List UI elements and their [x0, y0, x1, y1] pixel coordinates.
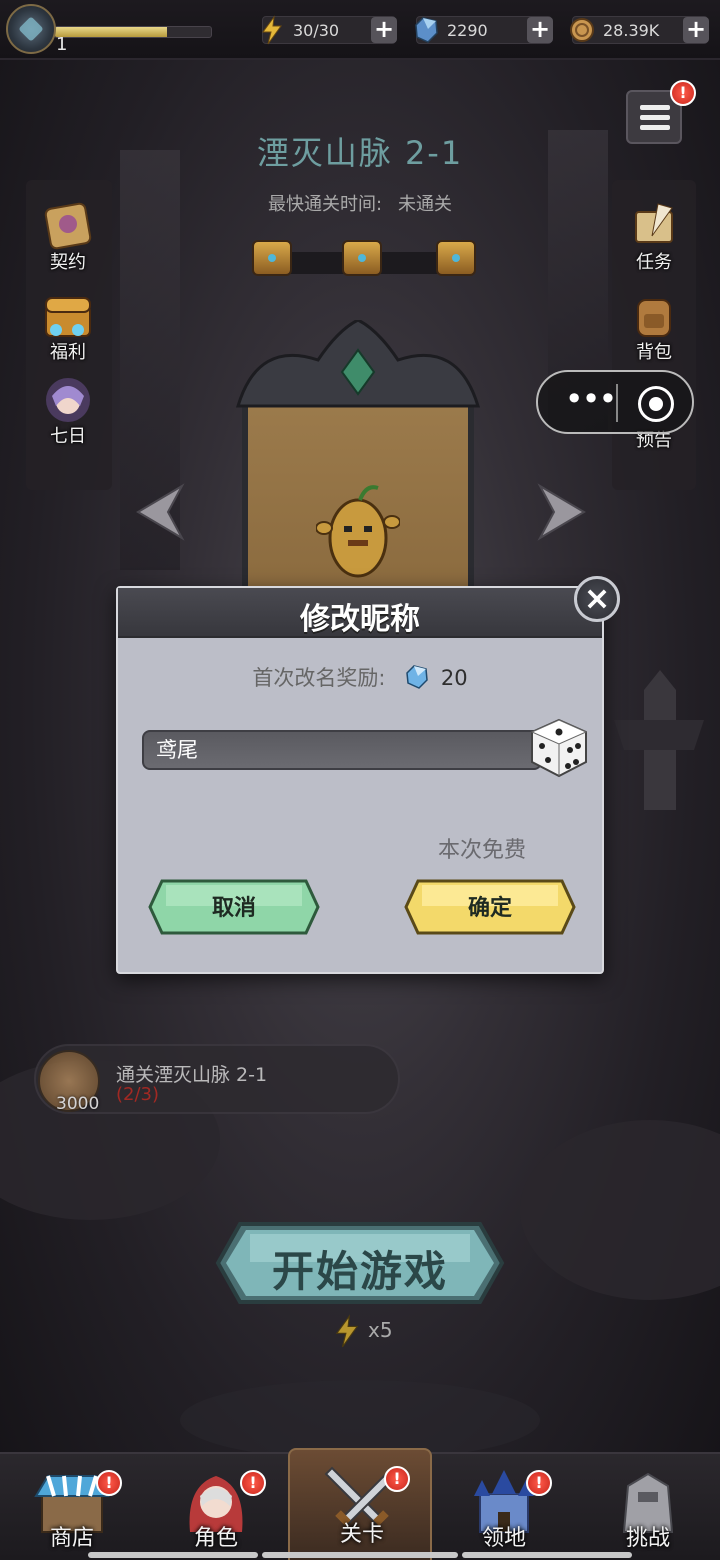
- energy-cost-value: x5: [368, 1318, 393, 1342]
- confirm-button-label: 确定: [467, 896, 512, 921]
- reward-chest-icon[interactable]: [436, 240, 476, 276]
- confirm-button[interactable]: 确定: [404, 878, 576, 936]
- dialog-title: 修改昵称: [300, 602, 420, 637]
- nav-tab-label: 关卡: [339, 1522, 384, 1547]
- nav-tab-label: 挑战: [625, 1526, 670, 1551]
- energy-value: 30/30: [293, 21, 340, 40]
- next-stage-arrow-icon[interactable]: [534, 482, 590, 542]
- nav-tab-label: 商店: [49, 1526, 94, 1551]
- add-gems-button[interactable]: +: [527, 17, 553, 43]
- gem-counter: 2290 +: [415, 16, 553, 44]
- best-time-value: 未通关: [398, 194, 453, 215]
- close-mini-program-icon[interactable]: [638, 386, 674, 422]
- capsule-divider: [616, 384, 618, 422]
- dialog-close-button[interactable]: ×: [574, 576, 620, 622]
- nav-tab-label: 角色: [193, 1526, 238, 1551]
- menu-line-icon: [640, 115, 670, 120]
- home-indicator-bar: [262, 1552, 458, 1558]
- potato-monster-icon: [316, 485, 400, 578]
- stage-quest-bar[interactable]: 3000 通关湮灭山脉 2-1 (2/3): [34, 1044, 400, 1114]
- star-chest-track: [252, 240, 476, 276]
- coin-value: 28.39K: [603, 21, 660, 40]
- add-coins-button[interactable]: +: [683, 17, 709, 43]
- player-level-emblem-icon[interactable]: [6, 4, 56, 54]
- previous-stage-arrow-icon[interactable]: [132, 482, 188, 542]
- bg-grave-marker: [614, 670, 704, 810]
- side-button-label: 任务: [636, 252, 672, 273]
- reward-chest-icon[interactable]: [252, 240, 292, 276]
- stage-title: 湮灭山脉 2-1: [256, 134, 464, 172]
- random-name-dice-icon[interactable]: [528, 716, 590, 780]
- more-options-button[interactable]: •••: [560, 383, 620, 416]
- cancel-button[interactable]: 取消: [148, 878, 320, 936]
- best-time-label: 最快通关时间:: [267, 194, 383, 215]
- energy-counter: 30/30 +: [262, 15, 397, 45]
- first-rename-reward: 首次改名奖励: 20: [118, 662, 602, 692]
- gem-icon: [406, 665, 428, 689]
- xp-bar: [54, 26, 212, 38]
- dialog-header: 修改昵称: [118, 588, 602, 638]
- start-game-button[interactable]: 开始游戏: [214, 1218, 506, 1308]
- rename-dialog: 修改昵称 首次改名奖励: 20 鸢尾 本次免费 取消 确定: [116, 586, 604, 974]
- gem-icon: [415, 17, 438, 43]
- nav-tab-label: 领地: [481, 1526, 526, 1551]
- home-indicator-bar: [462, 1552, 632, 1558]
- nav-alert-badge: !: [240, 1470, 266, 1496]
- coin-counter: 28.39K +: [570, 16, 709, 44]
- lightning-icon: [262, 15, 282, 45]
- game-screen: { "top_bar": { "level": "1", "xp_fractio…: [0, 0, 720, 1560]
- side-button-welfare[interactable]: 福利: [28, 286, 108, 366]
- coin-icon: [570, 18, 594, 42]
- add-energy-button[interactable]: +: [371, 17, 397, 43]
- side-button-contract[interactable]: 契约: [28, 196, 108, 276]
- gem-value: 2290: [447, 21, 488, 40]
- free-this-time-label: 本次免费: [438, 838, 527, 863]
- side-button-label: 背包: [636, 342, 672, 363]
- mini-program-capsule: •••: [536, 370, 694, 434]
- nav-tab-challenge[interactable]: 挑战: [576, 1454, 720, 1560]
- side-button-label: 福利: [50, 342, 86, 363]
- reward-chest-icon[interactable]: [342, 240, 382, 276]
- reward-label: 首次改名奖励:: [252, 666, 386, 690]
- reward-amount: 20: [440, 666, 468, 690]
- quest-reward-amount: 3000: [56, 1094, 100, 1114]
- bg-rock: [520, 1120, 720, 1300]
- xp-bar-fill: [55, 27, 168, 37]
- contract-scroll-icon: [44, 202, 92, 250]
- quest-progress: (2/3): [116, 1084, 160, 1105]
- side-button-backpack[interactable]: 背包: [614, 286, 694, 366]
- menu-line-icon: [640, 125, 670, 130]
- lightning-icon: [335, 1314, 359, 1348]
- nav-tab-stages[interactable]: 关卡 !: [288, 1448, 432, 1560]
- side-button-label: 契约: [50, 252, 86, 273]
- nav-alert-badge: !: [96, 1470, 122, 1496]
- menu-alert-badge: !: [670, 80, 696, 106]
- system-home-indicator: [0, 1552, 720, 1560]
- home-indicator-bar: [88, 1552, 258, 1558]
- player-level: 1: [56, 34, 68, 55]
- nav-alert-badge: !: [384, 1466, 410, 1492]
- backpack-icon: [637, 299, 671, 337]
- side-button-label: 七日: [50, 426, 86, 447]
- crest-ornament-icon: [235, 320, 481, 408]
- menu-line-icon: [640, 105, 670, 110]
- nickname-input[interactable]: 鸢尾: [142, 730, 542, 770]
- quest-title: 通关湮灭山脉 2-1: [116, 1064, 268, 1086]
- nav-alert-badge: !: [526, 1470, 552, 1496]
- nav-tab-territory[interactable]: 领地 !: [432, 1454, 576, 1560]
- quest-quill-icon: [635, 203, 673, 243]
- cancel-button-label: 取消: [211, 896, 256, 921]
- side-button-quest[interactable]: 任务: [614, 196, 694, 276]
- treasure-chest-icon: [45, 297, 91, 337]
- nav-tab-shop[interactable]: 商店 !: [0, 1454, 144, 1560]
- heroine-portrait-icon: [46, 378, 90, 422]
- side-button-seven-day[interactable]: 七日: [28, 370, 108, 450]
- top-bar: 1 30/30 + 2290 + 28.39K +: [0, 0, 720, 60]
- bottom-nav: 商店 ! 角色 ! 关卡 ! 领地 ! 挑战: [0, 1448, 720, 1560]
- nav-tab-character[interactable]: 角色 !: [144, 1454, 288, 1560]
- start-game-label: 开始游戏: [271, 1247, 448, 1296]
- energy-cost: x5: [330, 1314, 410, 1348]
